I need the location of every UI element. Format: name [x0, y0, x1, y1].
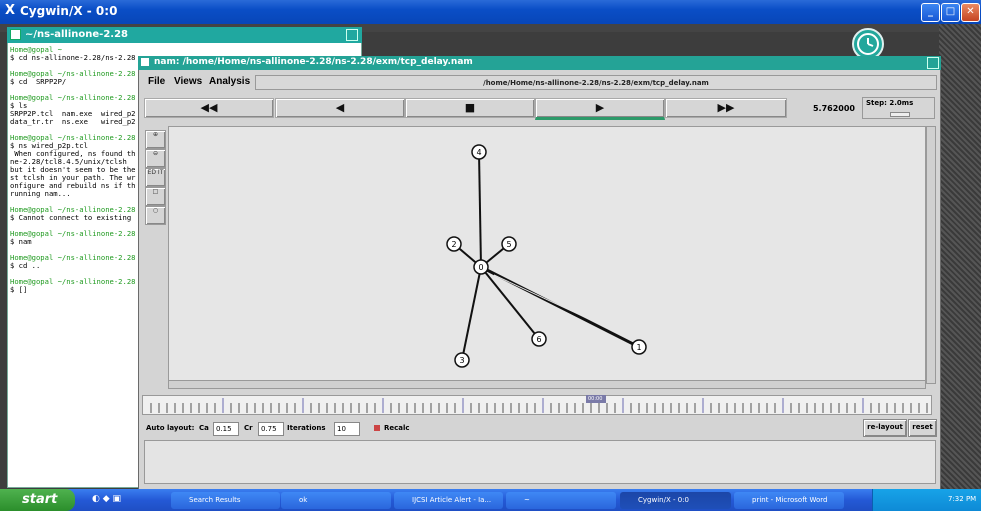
- task-word[interactable]: print - Microsoft Word: [734, 492, 844, 509]
- recalc-checkbox[interactable]: [374, 425, 380, 431]
- terminal-line: $ []: [10, 285, 28, 294]
- edit-icon[interactable]: ED IT: [145, 168, 166, 187]
- annotation-panel[interactable]: [144, 440, 936, 484]
- fast-forward-button[interactable]: ▶▶: [665, 98, 787, 118]
- task-ijcsi[interactable]: IJCSI Article Alert - Ia...: [394, 492, 503, 509]
- zoom-out-icon[interactable]: ⊖: [145, 149, 166, 168]
- start-label: start: [22, 492, 58, 507]
- terminal-line: $ nam: [10, 237, 32, 246]
- packet-flow: [493, 274, 620, 334]
- square-icon[interactable]: □: [145, 187, 166, 206]
- menu-views[interactable]: Views: [174, 76, 202, 87]
- horizontal-scrollbar[interactable]: [168, 380, 926, 389]
- nam-menu-icon[interactable]: [141, 58, 149, 66]
- link-0-4[interactable]: [478, 151, 482, 268]
- node-3[interactable]: 3: [454, 352, 470, 368]
- menu-icon[interactable]: [10, 29, 21, 40]
- node-5[interactable]: 5: [501, 236, 517, 252]
- node-label: 0: [478, 263, 483, 272]
- terminal-output[interactable]: Home@gopal ~ $ cd ns-allinone-2.28/ns-2.2…: [10, 46, 150, 486]
- iterations-label: Iterations: [287, 424, 326, 432]
- timeline-marker[interactable]: 00:00: [586, 395, 606, 403]
- minimize-button[interactable]: _: [921, 3, 940, 22]
- maximize-button[interactable]: □: [941, 3, 960, 22]
- terminal-line: $ cd SRPP2P/: [10, 77, 67, 86]
- terminal-line: Home@gopal ~/ns-allinone-2.28: [10, 277, 136, 286]
- iterations-input[interactable]: 10: [334, 422, 360, 436]
- xterm-title: ~/ns-allinone-2.28: [25, 29, 128, 40]
- node-2[interactable]: 2: [446, 236, 462, 252]
- nam-title: nam: /home/Home/ns-allinone-2.28/ns-2.28…: [154, 57, 473, 67]
- time-display: 5.762000: [812, 104, 855, 113]
- close-button[interactable]: ✕: [961, 3, 980, 22]
- step-back-button[interactable]: ◀: [275, 98, 405, 118]
- node-6[interactable]: 6: [531, 331, 547, 347]
- tool-palette: ⊕ ⊖ ED IT □ ○: [144, 128, 166, 228]
- node-label: 3: [459, 356, 464, 365]
- circle-icon[interactable]: ○: [145, 206, 166, 225]
- menu-analysis[interactable]: Analysis: [209, 76, 250, 87]
- rewind-button[interactable]: ◀◀: [144, 98, 274, 118]
- cr-input[interactable]: 0.75: [258, 422, 284, 436]
- link-0-6[interactable]: [480, 266, 540, 340]
- link-0-1[interactable]: [480, 265, 640, 349]
- play-button[interactable]: ▶: [535, 98, 665, 120]
- auto-layout-row: Auto layout: Ca 0.15 Cr 0.75 Iterations …: [146, 422, 936, 437]
- start-button[interactable]: start: [0, 489, 75, 511]
- nam-maximize-icon[interactable]: [927, 57, 939, 69]
- network-graph[interactable]: 0 1 2 3 4 5 6: [169, 127, 927, 385]
- vertical-scrollbar[interactable]: [926, 126, 936, 384]
- network-canvas[interactable]: 0 1 2 3 4 5 6: [168, 126, 926, 384]
- node-1[interactable]: 1: [631, 339, 647, 355]
- relayout-button[interactable]: re-layout: [863, 419, 907, 437]
- menu-file[interactable]: File: [148, 76, 165, 87]
- quick-launch[interactable]: ◐ ◆ ▣: [92, 494, 142, 506]
- step-label: Step: 2.0ms: [866, 99, 914, 107]
- node-label: 6: [536, 335, 541, 344]
- task-terminal[interactable]: ~: [506, 492, 616, 509]
- node-0[interactable]: 0: [473, 259, 489, 275]
- step-slider[interactable]: [890, 112, 910, 117]
- xterm-title-bar[interactable]: ~/ns-allinone-2.28: [7, 27, 362, 43]
- recalc-label: Recalc: [384, 424, 410, 432]
- timeline-ticks: [150, 398, 928, 413]
- terminal-line: Home@gopal ~/ns-allinone-2.28: [10, 93, 136, 102]
- task-search-results[interactable]: Search Results: [171, 492, 280, 509]
- timeline-marker-text: 00:00: [588, 396, 603, 402]
- terminal-line: data_tr.tr ns.exe wired_p2: [10, 117, 136, 126]
- task-cygwin[interactable]: Cygwin/X - 0:0: [620, 492, 731, 509]
- stop-button[interactable]: ■: [405, 98, 535, 118]
- file-path: /home/Home/ns-allinone-2.28/ns-2.28/exm/…: [255, 75, 937, 90]
- timeline[interactable]: [142, 395, 932, 415]
- nam-title-bar[interactable]: nam: /home/Home/ns-allinone-2.28/ns-2.28…: [138, 56, 941, 70]
- node-label: 5: [506, 240, 511, 249]
- outer-title-bar[interactable]: X Cygwin/X - 0:0 _ □ ✕: [0, 0, 981, 24]
- desktop-pattern: [939, 24, 981, 489]
- ca-input[interactable]: 0.15: [213, 422, 239, 436]
- reset-button[interactable]: reset: [908, 419, 937, 437]
- task-ok[interactable]: ok: [281, 492, 391, 509]
- node-label: 2: [451, 240, 456, 249]
- cr-label: Cr: [244, 424, 253, 432]
- node-label: 1: [636, 343, 641, 352]
- xterm-maximize-icon[interactable]: [346, 29, 358, 41]
- zoom-in-icon[interactable]: ⊕: [145, 130, 166, 149]
- terminal-line: $ cd ns-allinone-2.28/ns-2.28: [10, 53, 136, 62]
- terminal-line: $ cd ..: [10, 261, 41, 270]
- node-4[interactable]: 4: [471, 144, 487, 160]
- ca-label: Ca: [199, 424, 209, 432]
- window-title: Cygwin/X - 0:0: [20, 4, 118, 18]
- x-logo-icon: X: [5, 3, 16, 18]
- link-0-3[interactable]: [461, 266, 482, 361]
- node-label: 4: [476, 148, 481, 157]
- terminal-line: $ Cannot connect to existing: [10, 213, 132, 222]
- taskbar-clock: 7:32 PM: [948, 495, 977, 503]
- auto-layout-label: Auto layout:: [146, 424, 195, 432]
- terminal-line: running nam...: [10, 189, 71, 198]
